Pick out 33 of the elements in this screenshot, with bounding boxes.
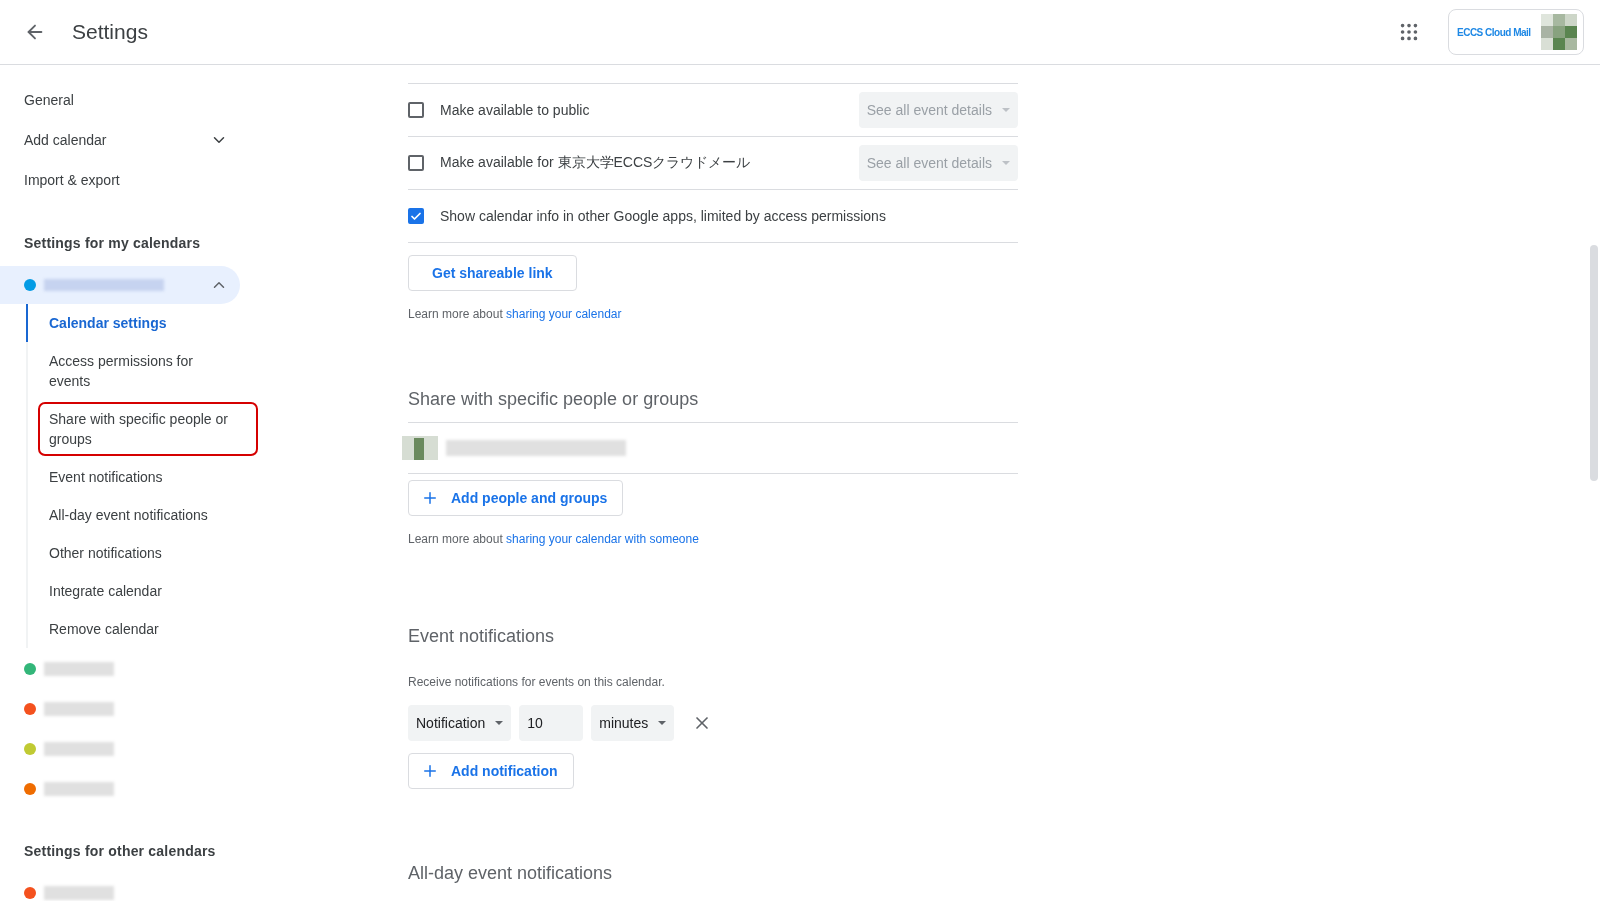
option-label: Make available for 東京大学ECCSクラウドメール [440, 154, 752, 172]
option-label: Make available to public [440, 102, 591, 118]
help-link[interactable]: sharing your calendar with someone [506, 532, 699, 546]
calendar-settings-link[interactable]: Access permissions for events [26, 342, 246, 400]
calendar-settings-link[interactable]: Calendar settings [26, 304, 246, 342]
add-people-button[interactable]: Add people and groups [408, 480, 624, 516]
calendar-settings-link[interactable]: Event notifications [26, 458, 246, 496]
logo-text: ECCS Cloud Mail [1457, 26, 1531, 38]
help-link[interactable]: sharing your calendar [506, 307, 622, 321]
unit-dropdown[interactable]: minutes [591, 705, 675, 741]
get-shareable-link-button[interactable]: Get shareable link [408, 255, 577, 291]
amount-field[interactable]: 10 [519, 705, 584, 741]
section-heading: All-day event notifications [408, 863, 614, 884]
learn-more-text: Learn more about sharing your calendar with someone [408, 532, 700, 546]
notification-type-dropdown[interactable]: Notification [408, 705, 512, 741]
calendar-settings-link[interactable]: Remove calendar [26, 610, 246, 648]
calendar-settings-link[interactable]: Share with specific people or groups [36, 400, 260, 458]
add-notification-button[interactable]: Add notification [408, 753, 574, 789]
section-heading: Settings for other calendars [23, 843, 217, 859]
sidebar-item[interactable]: General [0, 80, 240, 120]
calendar-settings-link[interactable]: Integrate calendar [26, 572, 246, 610]
description-text: Receive notifications for events on this calendar. [408, 675, 666, 689]
section-heading: Share with specific people or groups [408, 389, 700, 410]
sidebar-item[interactable]: Import & export [0, 160, 240, 200]
calendar-settings-link[interactable]: All-day event notifications [26, 496, 246, 534]
section-heading: Settings for my calendars [23, 235, 202, 251]
calendar-settings-link[interactable]: Other notifications [26, 534, 246, 572]
page-title: Settings [72, 20, 148, 44]
account-logo[interactable]: ECCS Cloud Mail [1448, 9, 1584, 55]
option-label: Show calendar info in other Google apps, limited by access permissions [440, 208, 887, 224]
section-heading: Event notifications [408, 626, 556, 647]
learn-more-text: Learn more about sharing your calendar [408, 307, 623, 321]
sidebar-item[interactable]: Add calendar [0, 120, 240, 160]
